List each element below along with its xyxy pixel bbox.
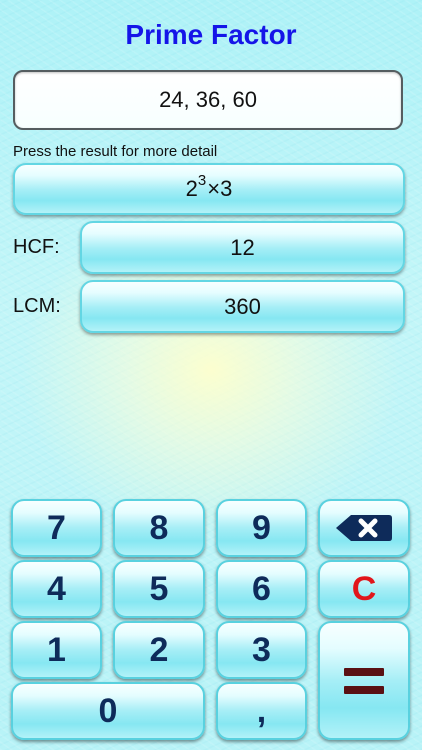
number-input-value: 24, 36, 60 [159,87,257,112]
factor-base-2: 3 [220,176,233,201]
key-4[interactable]: 4 [11,560,102,618]
hcf-result-button[interactable]: 12 [80,221,405,274]
backspace-button[interactable] [318,499,410,557]
key-3[interactable]: 3 [216,621,307,679]
lcm-result-button[interactable]: 360 [80,280,405,333]
key-7[interactable]: 7 [11,499,102,557]
clear-button-label: C [351,569,377,608]
factor-base-1: 2 [185,176,198,201]
key-2[interactable]: 2 [113,621,205,679]
key-8-label: 8 [149,508,169,547]
prime-factorization-button[interactable]: 2 3 × 3 [13,163,405,215]
key-5[interactable]: 5 [113,560,205,618]
key-4-label: 4 [47,569,66,608]
hcf-label: HCF: [13,236,60,258]
key-0-label: 0 [98,691,118,730]
key-7-label: 7 [47,508,66,547]
factor-exponent-1: 3 [197,171,207,189]
number-input-display[interactable]: 24, 36, 60 [13,70,403,130]
key-9[interactable]: 9 [216,499,307,557]
equals-icon [344,663,384,699]
app-title: Prime Factor [125,19,297,50]
clear-button[interactable]: C [318,560,410,618]
comma-button-label: , [256,691,267,730]
key-8[interactable]: 8 [113,499,205,557]
key-6-label: 6 [252,569,271,608]
comma-button[interactable]: , [216,682,307,740]
detail-hint: Press the result for more detail [13,143,218,160]
lcm-label: LCM: [13,295,61,317]
key-2-label: 2 [149,630,169,669]
key-1[interactable]: 1 [11,621,102,679]
key-1-label: 1 [47,630,66,669]
multiply-sign: × [207,176,221,201]
key-3-label: 3 [252,630,271,669]
lcm-value: 360 [224,293,261,319]
backspace-icon [334,513,394,543]
key-9-label: 9 [252,508,271,547]
key-6[interactable]: 6 [216,560,307,618]
key-0[interactable]: 0 [11,682,205,740]
equals-button[interactable] [318,621,410,740]
key-5-label: 5 [149,569,169,608]
hcf-value: 12 [230,234,255,260]
